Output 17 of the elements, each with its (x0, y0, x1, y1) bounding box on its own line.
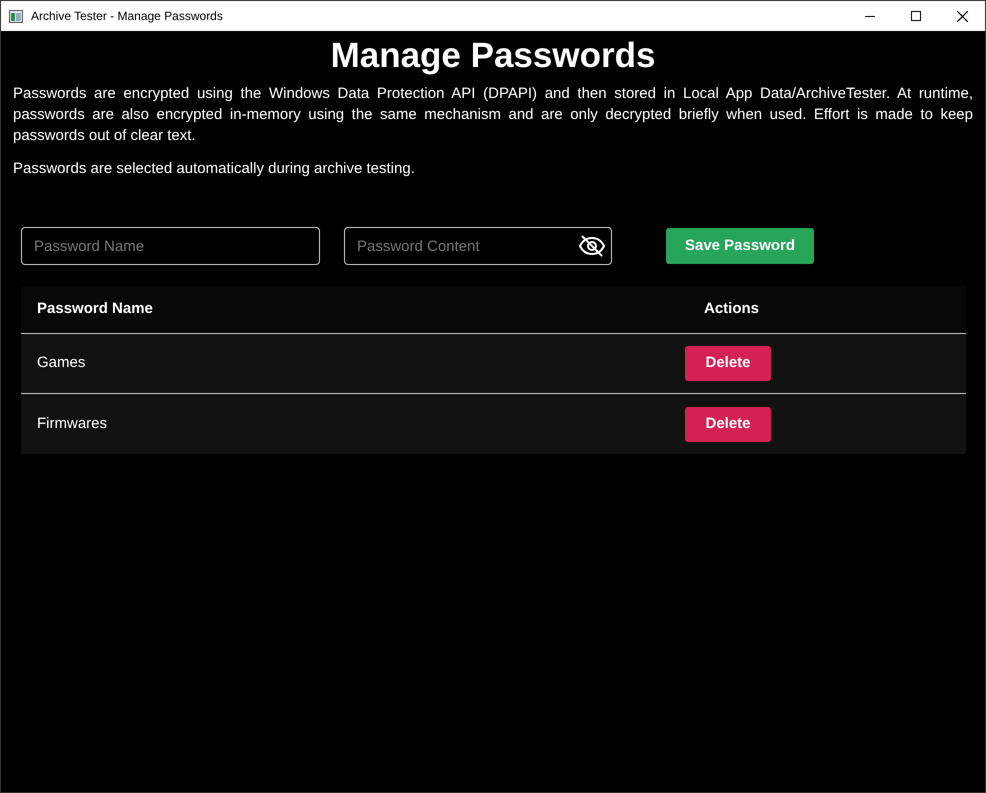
description-text: Passwords are encrypted using the Windows Data Protection API (DPAPI) and then stored in Local App Data/ArchiveTester. At runtime, passwords are also encrypted in-memory using the same mechanism and are only decrypted briefly when used. Effort is made to keep passwords out of clear text. (13, 84, 973, 146)
table-cell-text: Firmwares (37, 414, 107, 434)
maximize-icon (911, 11, 921, 21)
column-header: Actions (704, 299, 759, 320)
delete-button[interactable]: Delete (685, 406, 771, 442)
table-cell-text: Games (37, 353, 86, 374)
name-field[interactable]: Password Name (21, 227, 320, 265)
window-title: Archive Tester - Manage Passwords (31, 8, 223, 25)
eye-slash-icon[interactable] (578, 234, 606, 258)
column-header: Password Name (37, 299, 153, 320)
delete-button[interactable]: Delete (685, 346, 771, 381)
content-field[interactable]: Password Content (344, 227, 612, 265)
page-heading: Manage Passwords (330, 35, 656, 77)
description-text: Passwords are selected automatically during archive testing. (13, 159, 416, 179)
close-icon (956, 10, 968, 22)
app-icon (9, 10, 23, 22)
save-password-button[interactable]: Save Password (666, 228, 814, 264)
